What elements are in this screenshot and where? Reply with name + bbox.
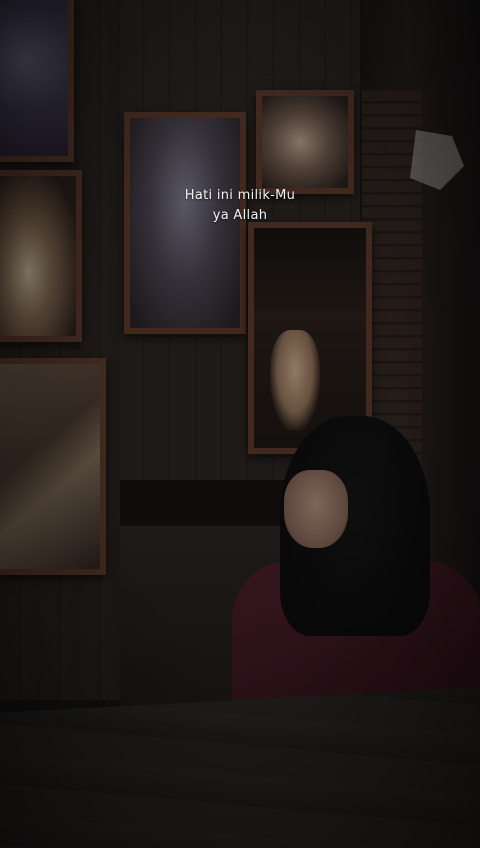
- caption-line-1: Hati ini milik-Mu: [184, 188, 296, 203]
- photo-background: [0, 0, 480, 848]
- caption-text: Hati ini milik-Mu ya Allah: [0, 186, 480, 226]
- caption-line-2: ya Allah: [212, 208, 268, 223]
- vignette: [0, 0, 480, 848]
